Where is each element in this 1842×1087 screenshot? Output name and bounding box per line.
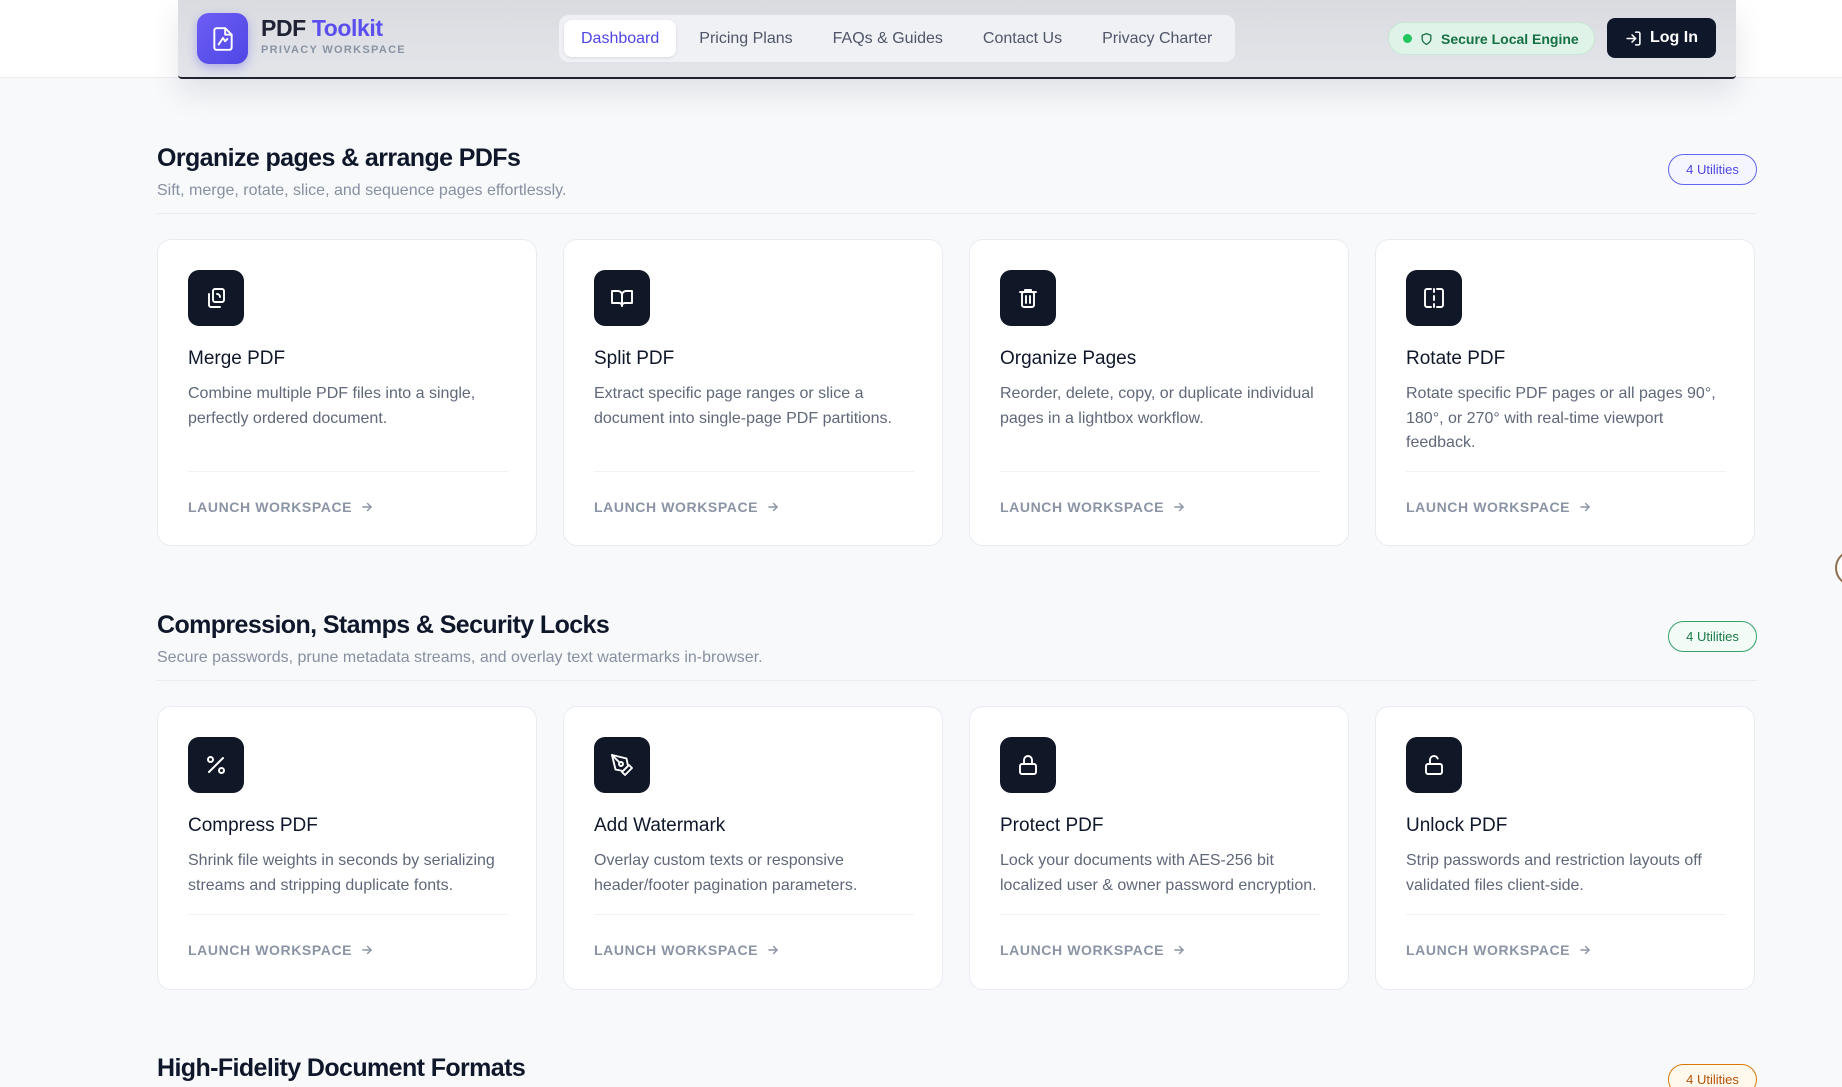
arrow-right-icon [768, 945, 778, 955]
tool-card-organize-pages[interactable]: Organize Pages Reorder, delete, copy, or… [969, 239, 1349, 546]
launch-workspace-link[interactable]: LAUNCH WORKSPACE [188, 499, 374, 515]
arrow-right-icon [1580, 502, 1590, 512]
status-dot [1403, 34, 1412, 43]
tool-card-split-pdf[interactable]: Split PDF Extract specific page ranges o… [563, 239, 943, 546]
secure-engine-badge: Secure Local Engine [1388, 22, 1595, 55]
arrow-right-icon [1174, 502, 1184, 512]
tool-card-grid: Compress PDF Shrink file weights in seco… [157, 706, 1755, 990]
launch-workspace-link[interactable]: LAUNCH WORKSPACE [594, 942, 780, 958]
card-divider [188, 914, 508, 915]
card-divider [188, 471, 508, 472]
card-title: Rotate PDF [1406, 348, 1506, 369]
lock-icon [1000, 737, 1056, 793]
card-title: Merge PDF [188, 348, 286, 369]
card-divider [594, 914, 914, 915]
nav-contact-us[interactable]: Contact Us [966, 20, 1079, 57]
card-description: Strip passwords and restriction layouts … [1406, 852, 1702, 894]
card-divider [1000, 914, 1320, 915]
card-description: Combine multiple PDF files into a single… [188, 385, 476, 427]
card-description: Lock your documents with AES-256 bit loc… [1000, 852, 1317, 894]
brand-title: PDF Toolkit [261, 15, 383, 41]
section-subtitle: Secure passwords, prune metadata streams… [157, 649, 763, 666]
utilities-count-badge: 4 Utilities [1668, 621, 1757, 652]
launch-workspace-link[interactable]: LAUNCH WORKSPACE [1406, 942, 1592, 958]
nav-privacy-charter[interactable]: Privacy Charter [1085, 20, 1229, 57]
launch-workspace-link[interactable]: LAUNCH WORKSPACE [594, 499, 780, 515]
arrow-right-icon [362, 502, 372, 512]
book-open-icon [594, 270, 650, 326]
card-description: Reorder, delete, copy, or duplicate indi… [1000, 385, 1314, 427]
arrow-right-icon [768, 502, 778, 512]
pen-tool-icon [594, 737, 650, 793]
section-security: Compression, Stamps & Security Locks Sec… [157, 611, 1757, 990]
logo[interactable] [197, 13, 248, 64]
percent-icon [188, 737, 244, 793]
section-organize: Organize pages & arrange PDFs Sift, merg… [157, 144, 1757, 546]
tool-card-compress-pdf[interactable]: Compress PDF Shrink file weights in seco… [157, 706, 537, 990]
floating-action-button[interactable] [1835, 550, 1842, 586]
tool-card-merge-pdf[interactable]: Merge PDF Combine multiple PDF files int… [157, 239, 537, 546]
nav-dashboard[interactable]: Dashboard [564, 20, 677, 57]
tool-card-grid: Merge PDF Combine multiple PDF files int… [157, 239, 1755, 546]
card-title: Compress PDF [188, 815, 318, 836]
arrow-right-icon [1174, 945, 1184, 955]
arrow-right-icon [362, 945, 372, 955]
main-nav: Dashboard Pricing Plans FAQs & Guides Co… [559, 15, 1235, 62]
log-in-icon [1626, 30, 1641, 46]
tool-card-protect-pdf[interactable]: Protect PDF Lock your documents with AES… [969, 706, 1349, 990]
tool-card-unlock-pdf[interactable]: Unlock PDF Strip passwords and restricti… [1375, 706, 1755, 990]
shield-icon [1420, 32, 1433, 46]
trash-icon [1000, 270, 1056, 326]
arrow-right-icon [1580, 945, 1590, 955]
card-divider [1000, 471, 1320, 472]
section-divider [157, 680, 1757, 681]
nav-faqs-guides[interactable]: FAQs & Guides [816, 20, 960, 57]
section-title: Compression, Stamps & Security Locks [157, 611, 610, 639]
launch-workspace-link[interactable]: LAUNCH WORKSPACE [188, 942, 374, 958]
card-description: Shrink file weights in seconds by serial… [188, 852, 495, 894]
section-divider [157, 213, 1757, 214]
card-title: Unlock PDF [1406, 815, 1508, 836]
card-description: Overlay custom texts or responsive heade… [594, 852, 858, 894]
nav-pricing-plans[interactable]: Pricing Plans [682, 20, 809, 57]
launch-workspace-link[interactable]: LAUNCH WORKSPACE [1406, 499, 1592, 515]
secure-badge-label: Secure Local Engine [1441, 30, 1579, 47]
card-title: Protect PDF [1000, 815, 1104, 836]
unlock-icon [1406, 737, 1462, 793]
launch-workspace-link[interactable]: LAUNCH WORKSPACE [1000, 942, 1186, 958]
section-title: High-Fidelity Document Formats [157, 1054, 526, 1082]
split-frame-icon [1406, 270, 1462, 326]
card-title: Split PDF [594, 348, 675, 369]
section-title: Organize pages & arrange PDFs [157, 144, 521, 172]
card-title: Add Watermark [594, 815, 726, 836]
card-title: Organize Pages [1000, 348, 1137, 369]
section-formats: High-Fidelity Document Formats 4 Utiliti… [157, 1054, 1757, 1087]
utilities-count-badge: 4 Utilities [1668, 154, 1757, 185]
launch-workspace-link[interactable]: LAUNCH WORKSPACE [1000, 499, 1186, 515]
card-divider [1406, 471, 1726, 472]
card-divider [594, 471, 914, 472]
card-divider [1406, 914, 1726, 915]
login-label: Log In [1650, 29, 1698, 46]
merge-icon [188, 270, 244, 326]
file-signature-icon [212, 26, 233, 51]
section-subtitle: Sift, merge, rotate, slice, and sequence… [157, 182, 567, 199]
card-description: Extract specific page ranges or slice a … [594, 385, 892, 427]
tool-card-add-watermark[interactable]: Add Watermark Overlay custom texts or re… [563, 706, 943, 990]
login-button[interactable]: Log In [1607, 18, 1716, 58]
brand-subtitle: PRIVACY WORKSPACE [261, 44, 406, 56]
tool-card-rotate-pdf[interactable]: Rotate PDF Rotate specific PDF pages or … [1375, 239, 1755, 546]
app-header: PDF Toolkit PRIVACY WORKSPACE Dashboard … [178, 0, 1736, 79]
brand: PDF Toolkit PRIVACY WORKSPACE [261, 15, 406, 56]
utilities-count-badge: 4 Utilities [1668, 1064, 1757, 1087]
card-description: Rotate specific PDF pages or all pages 9… [1406, 385, 1716, 451]
